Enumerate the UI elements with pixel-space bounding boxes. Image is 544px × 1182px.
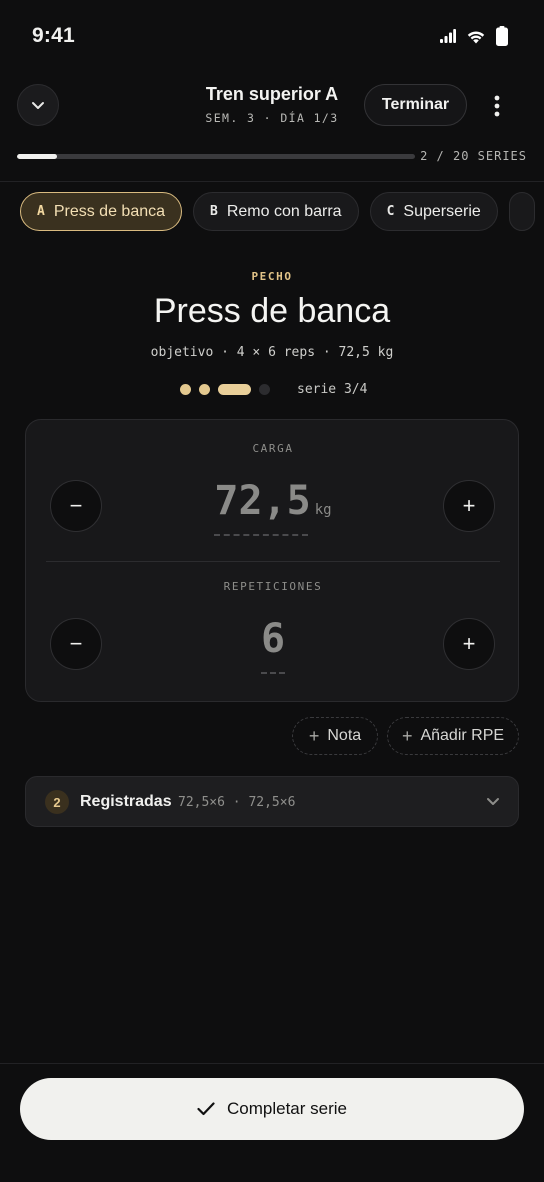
battery-icon bbox=[496, 26, 508, 46]
exercise-tab-letter: C bbox=[386, 204, 395, 219]
chevron-down-icon bbox=[32, 101, 44, 109]
set-progress: serie 3/4 bbox=[180, 382, 367, 397]
exercise-tab-c[interactable]: C Superserie bbox=[369, 192, 498, 231]
add-rpe-button[interactable]: + Añadir RPE bbox=[387, 717, 519, 755]
exercise-tab-next[interactable] bbox=[508, 192, 535, 231]
reps-increment-button[interactable]: + bbox=[443, 618, 495, 670]
set-dot-current bbox=[218, 384, 251, 395]
load-label: CARGA bbox=[252, 442, 294, 455]
add-note-label: Nota bbox=[327, 727, 362, 744]
chevron-down-icon bbox=[487, 798, 499, 805]
exercise-tab-label: Remo con barra bbox=[226, 202, 342, 220]
header-divider bbox=[0, 181, 544, 182]
load-underline bbox=[214, 534, 308, 536]
check-icon bbox=[197, 1102, 215, 1116]
finish-button[interactable]: Terminar bbox=[364, 84, 467, 126]
signal-icon bbox=[440, 29, 456, 43]
reps-underline bbox=[261, 672, 285, 674]
wifi-icon bbox=[467, 31, 485, 43]
load-unit: kg bbox=[314, 502, 332, 518]
exercise-tab-label: Press de banca bbox=[53, 202, 166, 220]
exercise-tab-label: Superserie bbox=[403, 202, 481, 220]
reps-value: 6 bbox=[260, 616, 286, 662]
workout-progress-bar bbox=[17, 154, 415, 159]
complete-set-button[interactable]: Completar serie bbox=[20, 1078, 524, 1140]
set-label: serie 3/4 bbox=[297, 382, 368, 397]
collapse-button[interactable] bbox=[17, 84, 59, 126]
add-rpe-label: Añadir RPE bbox=[420, 727, 505, 744]
card-divider bbox=[46, 561, 500, 562]
logged-sets-summary: 72,5×6 · 72,5×6 bbox=[178, 795, 296, 810]
set-dot-pending bbox=[259, 384, 270, 395]
more-options-button[interactable] bbox=[483, 92, 511, 120]
muscle-group-label: PECHO bbox=[251, 270, 293, 283]
exercise-tabs: A Press de banca B Remo con barra C Supe… bbox=[20, 192, 535, 231]
reps-label: REPETICIONES bbox=[223, 580, 323, 593]
workout-progress-fill bbox=[17, 154, 57, 159]
set-dot-done bbox=[180, 384, 191, 395]
status-time: 9:41 bbox=[32, 24, 75, 47]
exercise-name: Press de banca bbox=[153, 292, 391, 330]
exercise-objective: objetivo · 4 × 6 reps · 72,5 kg bbox=[150, 345, 394, 360]
plus-icon: + bbox=[308, 725, 320, 746]
footer-divider bbox=[0, 1063, 544, 1064]
plus-icon: + bbox=[401, 725, 413, 746]
logged-sets-row[interactable]: 2 Registradas 72,5×6 · 72,5×6 bbox=[25, 776, 519, 827]
more-vertical-icon bbox=[494, 95, 500, 117]
set-input-card: CARGA − 72,5 kg + REPETICIONES − 6 + bbox=[25, 419, 519, 702]
exercise-tab-b[interactable]: B Remo con barra bbox=[193, 192, 359, 231]
exercise-tab-letter: A bbox=[37, 204, 45, 219]
logged-title: Registradas bbox=[80, 793, 172, 810]
load-value: 72,5 bbox=[214, 478, 311, 524]
exercise-tab-letter: B bbox=[210, 204, 218, 219]
complete-set-label: Completar serie bbox=[227, 1099, 347, 1118]
logged-count-badge: 2 bbox=[45, 790, 69, 814]
load-increment-button[interactable]: + bbox=[443, 480, 495, 532]
set-dot-done bbox=[199, 384, 210, 395]
status-icons bbox=[440, 26, 508, 46]
exercise-tab-a[interactable]: A Press de banca bbox=[20, 192, 183, 231]
status-bar: 9:41 bbox=[0, 0, 544, 72]
add-note-button[interactable]: + Nota bbox=[292, 717, 378, 755]
workout-progress-label: 2 / 20 SERIES bbox=[420, 149, 527, 163]
